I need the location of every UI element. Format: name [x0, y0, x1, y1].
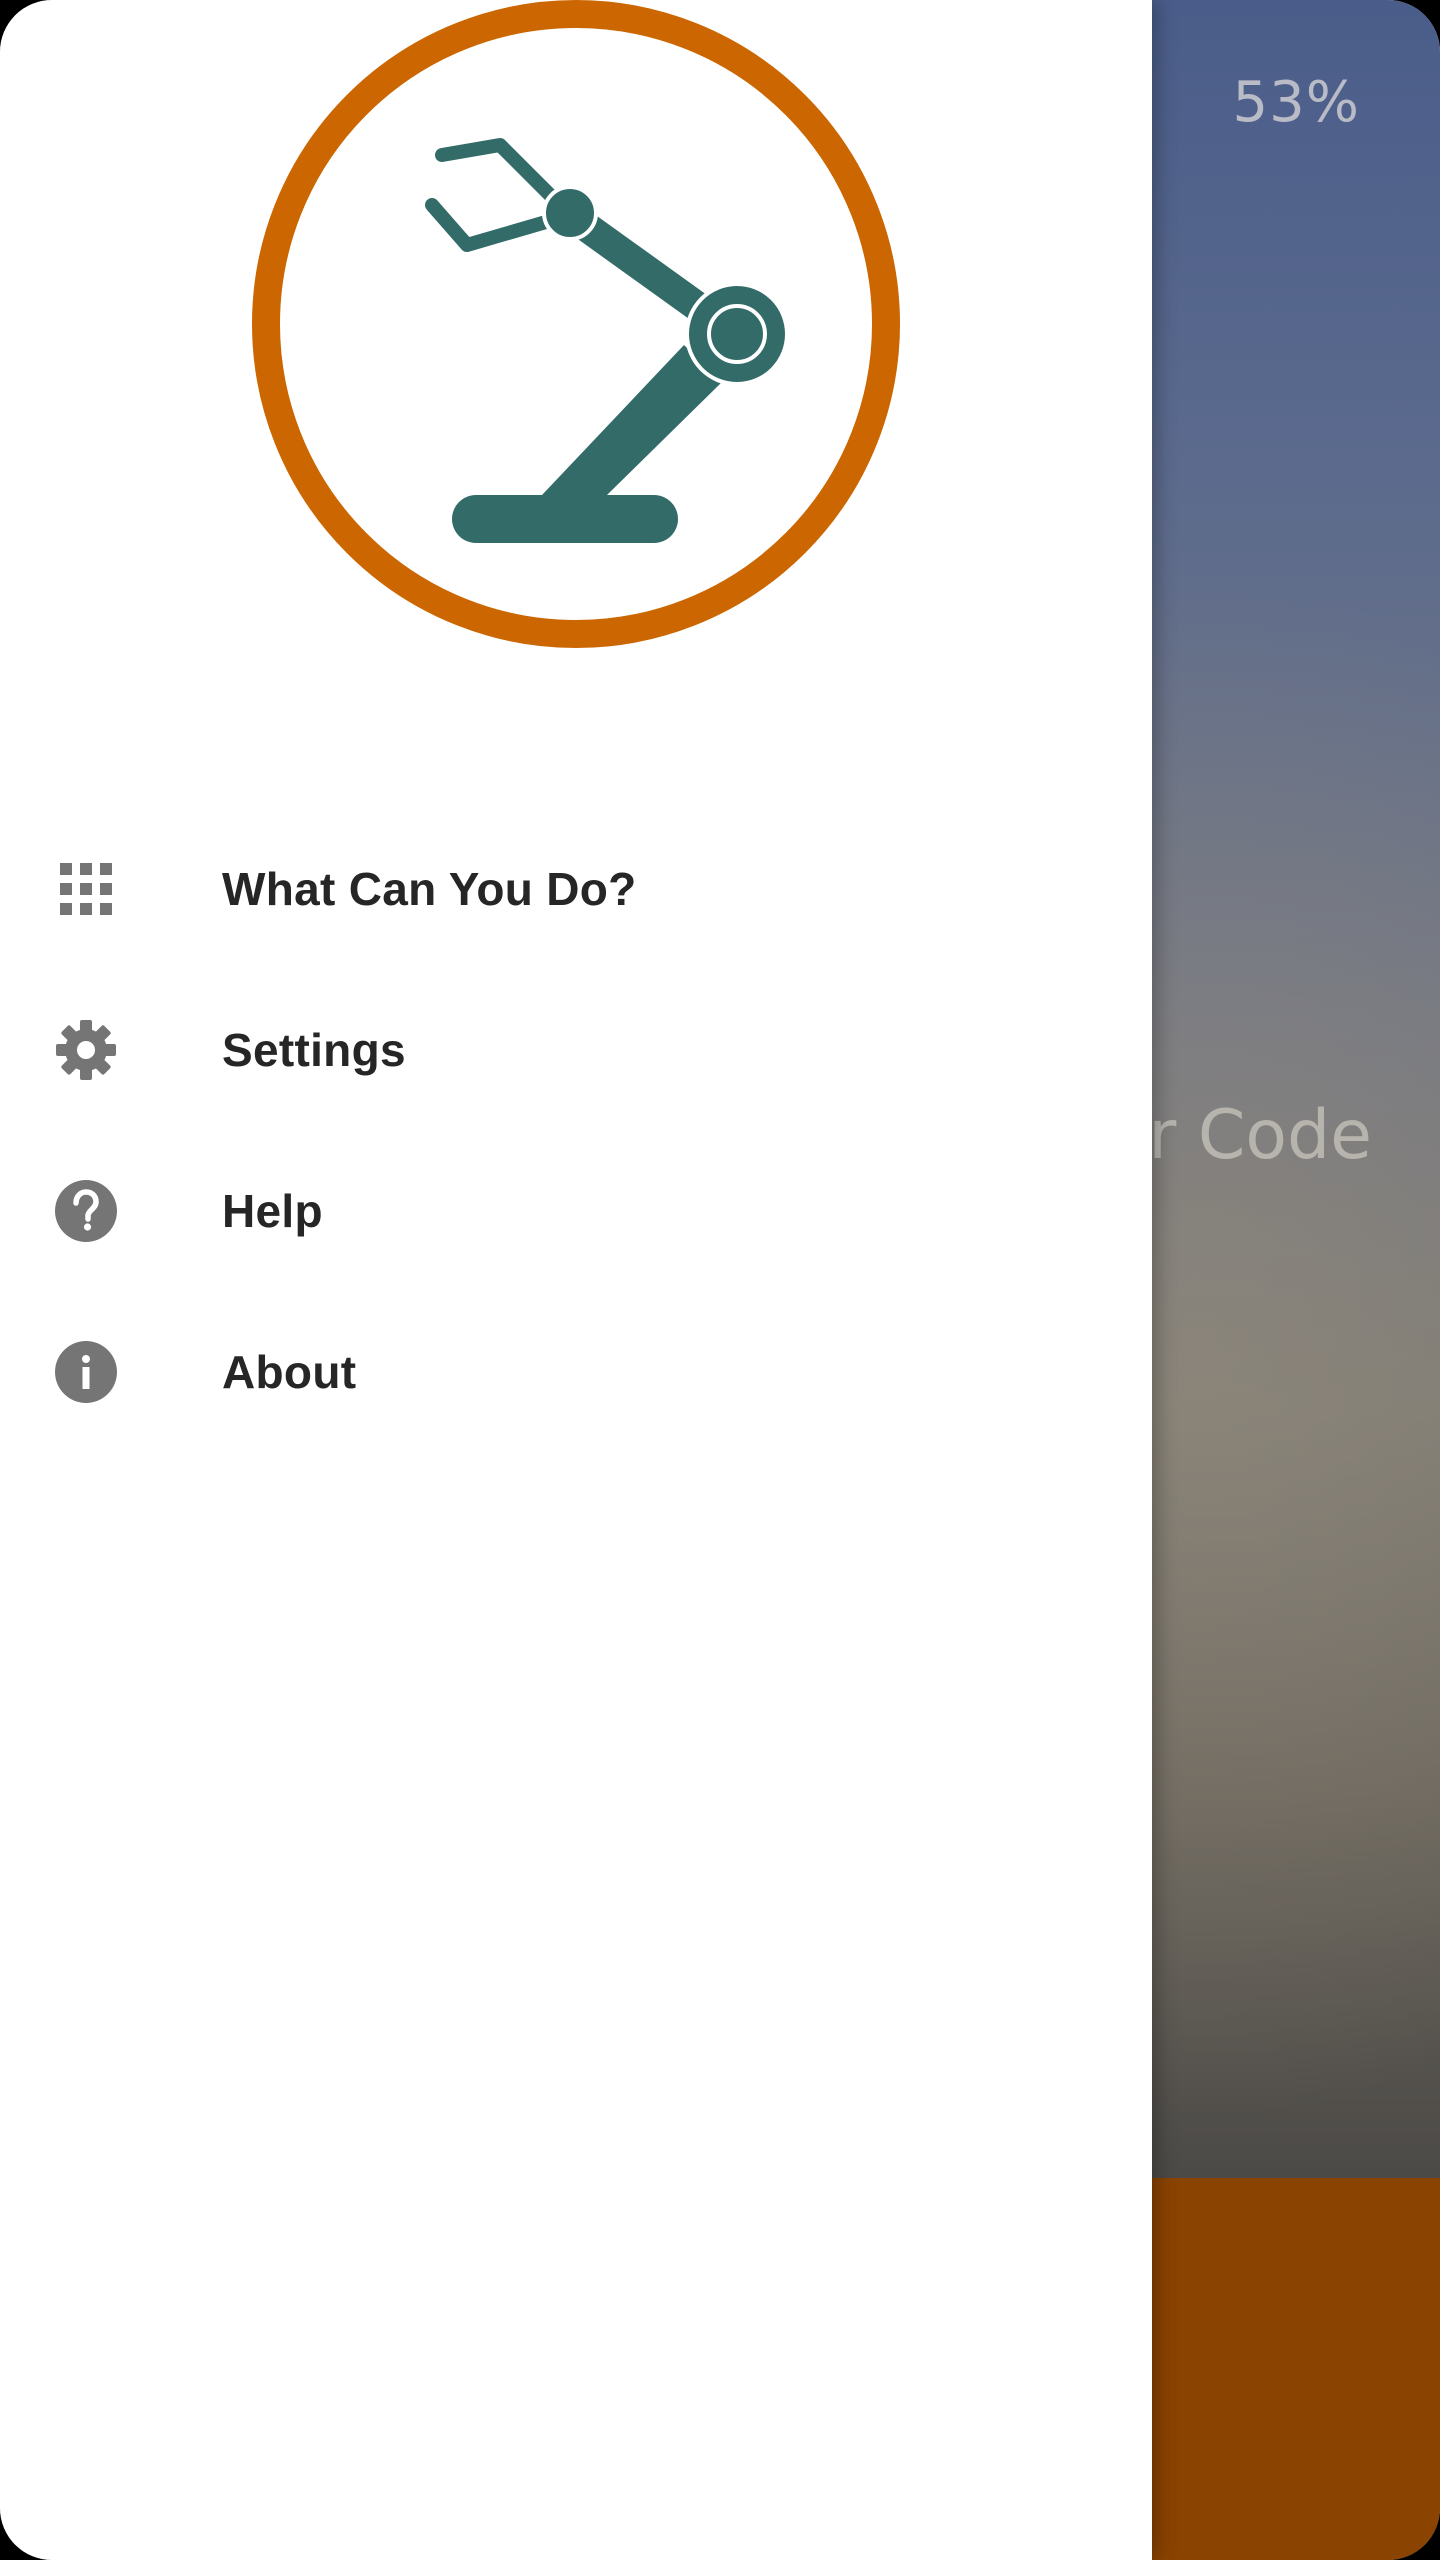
- menu-item-help[interactable]: Help: [0, 1130, 1152, 1291]
- menu-item-label: What Can You Do?: [222, 862, 637, 915]
- menu-item-about[interactable]: About: [0, 1291, 1152, 1452]
- screen: 53% r Code What Can You Do? Settings Hel…: [0, 0, 1440, 2560]
- navigation-drawer: What Can You Do? Settings Help About: [0, 0, 1152, 2560]
- menu-item-settings[interactable]: Settings: [0, 969, 1152, 1130]
- menu-item-label: Settings: [222, 1023, 406, 1076]
- help-circle-icon: [54, 1179, 118, 1243]
- info-icon: [54, 1340, 118, 1404]
- drawer-menu: What Can You Do? Settings Help About: [0, 808, 1152, 1452]
- gear-icon: [54, 1018, 118, 1082]
- menu-item-label: About: [222, 1345, 357, 1398]
- battery-percentage: 53%: [1232, 70, 1360, 135]
- background-partial-text: r Code: [1148, 1096, 1372, 1175]
- robot-arm-logo: [252, 0, 900, 648]
- menu-item-label: Help: [222, 1184, 323, 1237]
- menu-item-what-can-you-do[interactable]: What Can You Do?: [0, 808, 1152, 969]
- apps-grid-icon: [54, 857, 118, 921]
